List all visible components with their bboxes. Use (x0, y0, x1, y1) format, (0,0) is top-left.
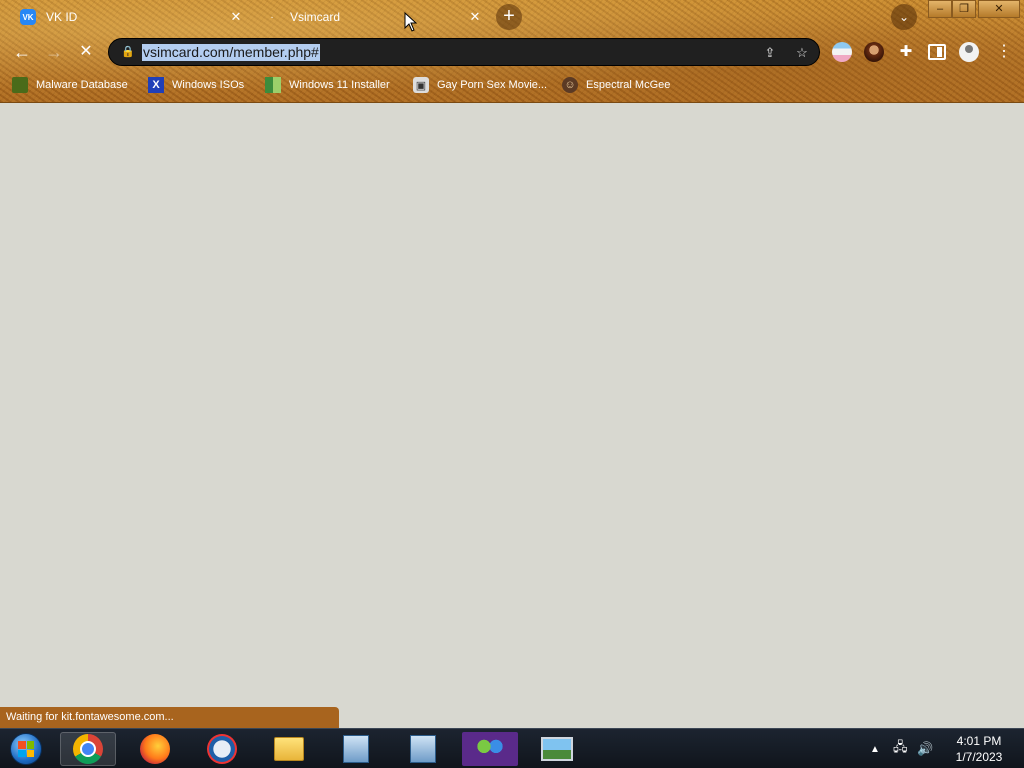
bookmark-movie[interactable]: ▣ Gay Porn Sex Movie... (413, 74, 547, 96)
taskbar-firefox[interactable] (127, 732, 183, 766)
profile-avatar-icon[interactable] (959, 42, 979, 62)
share-icon[interactable]: ⇪ (761, 44, 779, 62)
window-close-button[interactable]: ✕ (978, 0, 1020, 18)
firefox-icon (140, 734, 170, 764)
windows-installer-icon (265, 77, 281, 93)
tab-title: Vsimcard (290, 10, 341, 24)
network-icon[interactable]: 🖧 (893, 729, 908, 768)
folder-icon (274, 737, 304, 761)
vk-icon: VK (20, 9, 36, 25)
film-icon: ▣ (413, 77, 429, 93)
address-bar[interactable]: 🔒 vsimcard.com/member.php# ⇪ ☆ (108, 38, 820, 66)
forward-button[interactable]: → (42, 40, 66, 64)
show-hidden-icons-icon[interactable]: ▲ (870, 729, 880, 768)
status-bubble: Waiting for kit.fontawesome.com... (0, 707, 339, 728)
tab-title: VK ID (46, 10, 78, 24)
clock-date: 1/7/2023 (955, 750, 1003, 764)
clock[interactable]: 4:01 PM 1/7/2023 (946, 733, 1012, 765)
url-text[interactable]: vsimcard.com/member.php# (142, 44, 320, 61)
bookmark-label: Gay Porn Sex Movie... (437, 79, 548, 91)
bookmark-espectral-mcgee[interactable]: ☺ Espectral McGee (562, 74, 670, 96)
browser-frame: VK VK ID ✕ · Vsimcard ✕ + ⌄ – ❐ ✕ ← → ✕ … (0, 0, 1024, 103)
close-icon[interactable]: ✕ (228, 9, 244, 25)
bookmark-windows-isos[interactable]: X Windows ISOs (148, 74, 244, 96)
tab-vk-id[interactable]: VK VK ID ✕ (14, 0, 244, 34)
network-computer-icon (343, 735, 369, 763)
taskbar-messenger[interactable] (462, 732, 518, 766)
browser-globe-icon (207, 734, 237, 764)
x-icon: X (148, 77, 164, 93)
loading-icon: · (270, 11, 274, 23)
taskbar-chrome[interactable] (60, 732, 116, 766)
tab-vsimcard[interactable]: · Vsimcard ✕ (258, 0, 483, 34)
stop-loading-button[interactable]: ✕ (74, 40, 98, 64)
chevron-down-icon[interactable]: ⌄ (891, 4, 917, 30)
clock-time: 4:01 PM (956, 734, 1002, 748)
extensions-puzzle-icon[interactable]: ✚ (896, 42, 916, 62)
new-tab-button[interactable]: + (496, 4, 522, 30)
taskbar: ▲ 🖧 🔊 4:01 PM 1/7/2023 (0, 728, 1024, 768)
photo-icon (541, 737, 573, 761)
chrome-icon (73, 734, 103, 764)
close-icon[interactable]: ✕ (467, 9, 483, 25)
taskbar-network-app-2[interactable] (395, 732, 451, 766)
malware-icon (12, 77, 28, 93)
taskbar-explorer[interactable] (261, 732, 317, 766)
bookmark-malware-database[interactable]: Malware Database (12, 74, 128, 96)
extension-avatar-icon[interactable] (864, 42, 884, 62)
start-button[interactable] (4, 732, 48, 766)
lock-icon[interactable]: 🔒 (121, 45, 135, 59)
taskbar-browser[interactable] (194, 732, 250, 766)
bookmark-label: Malware Database (36, 79, 128, 91)
people-icon (475, 736, 505, 762)
side-panel-icon[interactable] (928, 44, 946, 60)
bookmark-label: Windows ISOs (172, 79, 245, 91)
back-button[interactable]: ← (10, 40, 34, 64)
taskbar-network-app-1[interactable] (328, 732, 384, 766)
minimize-button[interactable]: – (928, 0, 952, 18)
avatar-icon: ☺ (562, 77, 578, 93)
menu-dots-icon[interactable]: ⋮ (996, 42, 1012, 62)
extension-flag-icon[interactable] (832, 42, 852, 62)
network-computer-icon (410, 735, 436, 763)
restore-button[interactable]: ❐ (952, 0, 976, 18)
bookmark-label: Windows 11 Installer (289, 79, 390, 91)
bookmarks-bar: Malware Database X Windows ISOs Windows … (0, 74, 1024, 96)
taskbar-photos[interactable] (529, 732, 585, 766)
star-icon[interactable]: ☆ (793, 44, 811, 62)
volume-icon[interactable]: 🔊 (917, 729, 933, 768)
page-content (0, 103, 1024, 728)
bookmark-label: Espectral McGee (586, 79, 671, 91)
bookmark-windows-11-installer[interactable]: Windows 11 Installer (265, 74, 390, 96)
windows-logo-icon (10, 733, 42, 765)
